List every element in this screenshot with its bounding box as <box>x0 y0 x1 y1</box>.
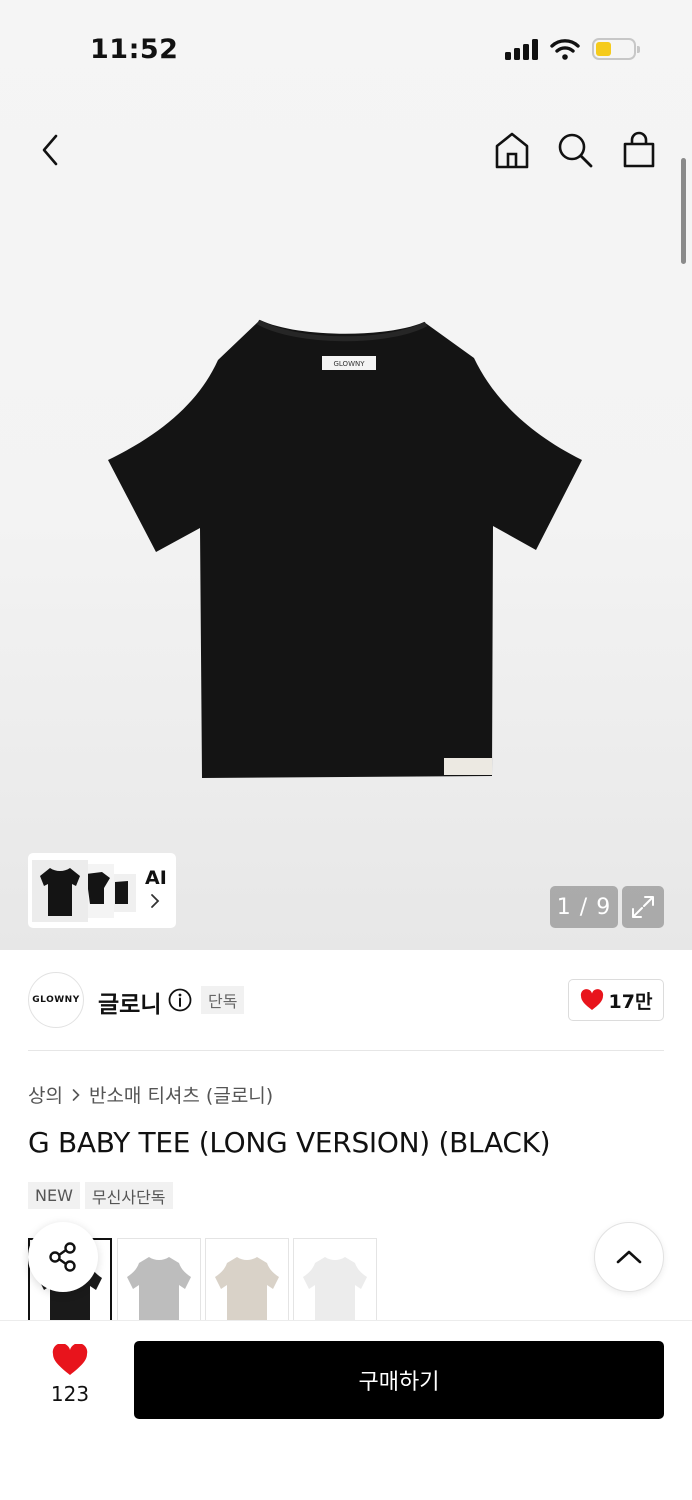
breadcrumb-subcategory[interactable]: 반소매 티셔츠 (글로니) <box>89 1081 273 1108</box>
tshirt-thumbnail <box>215 1257 279 1327</box>
brand-name[interactable]: 글로니 <box>98 985 161 1019</box>
scroll-top-button[interactable] <box>594 1222 664 1292</box>
chevron-right-icon <box>72 1088 80 1101</box>
wishlist-button[interactable]: 123 <box>36 1344 104 1414</box>
color-variant-gray[interactable] <box>117 1238 201 1328</box>
signal-icon <box>505 38 538 60</box>
color-variant-beige[interactable] <box>205 1238 289 1328</box>
tag-musinsa-exclusive: 무신사단독 <box>84 1182 173 1209</box>
buy-button[interactable]: 구매하기 <box>134 1341 664 1419</box>
heart-icon <box>580 989 603 1010</box>
color-variant-white[interactable] <box>293 1238 377 1328</box>
brand-like-count: 17만 <box>608 990 653 1013</box>
scroll-indicator[interactable] <box>681 158 686 264</box>
status-icons <box>505 38 640 60</box>
breadcrumb-category[interactable]: 상의 <box>28 1081 63 1108</box>
home-button[interactable] <box>490 128 534 172</box>
ai-lookbook-card[interactable]: AI <box>28 853 176 928</box>
chevron-right-icon <box>151 894 160 908</box>
exclusive-badge: 단독 <box>201 986 245 1014</box>
neck-label: GLOWNY <box>333 360 365 368</box>
share-button[interactable] <box>28 1222 98 1292</box>
breadcrumb: 상의 반소매 티셔츠 (글로니) <box>28 1081 273 1108</box>
battery-icon <box>592 38 640 60</box>
lookbook-thumbnails <box>32 859 136 922</box>
search-button[interactable] <box>553 128 597 172</box>
heart-icon <box>52 1344 88 1375</box>
chevron-up-icon <box>616 1250 642 1264</box>
ai-label: AI <box>145 867 167 889</box>
product-tags: NEW 무신사단독 <box>28 1182 173 1209</box>
divider <box>28 1050 664 1051</box>
tshirt-thumbnail <box>303 1257 367 1327</box>
status-time: 11:52 <box>90 34 179 65</box>
tshirt-image: GLOWNY <box>108 319 582 778</box>
brand-like-button[interactable]: 17만 <box>568 979 664 1021</box>
product-title: G BABY TEE (LONG VERSION) (BLACK) <box>28 1126 551 1159</box>
info-icon[interactable] <box>168 988 192 1012</box>
search-icon <box>558 133 593 168</box>
chevron-left-icon <box>42 134 58 166</box>
home-icon <box>495 132 529 169</box>
cart-button[interactable] <box>617 128 661 172</box>
expand-button[interactable] <box>622 886 664 928</box>
wifi-icon <box>550 39 580 60</box>
share-icon <box>49 1242 76 1272</box>
brand-logo[interactable]: GLOWNY <box>28 972 84 1028</box>
back-button[interactable] <box>30 128 70 172</box>
wishlist-count: 123 <box>50 1382 90 1406</box>
product-gallery[interactable]: 11:52 GLOWNY AI 1 / 9 <box>0 0 692 950</box>
shopping-bag-icon <box>623 131 655 168</box>
tshirt-thumbnail <box>127 1257 191 1327</box>
tag-new: NEW <box>28 1182 80 1209</box>
expand-icon <box>632 896 654 918</box>
image-counter: 1 / 9 <box>550 886 618 928</box>
